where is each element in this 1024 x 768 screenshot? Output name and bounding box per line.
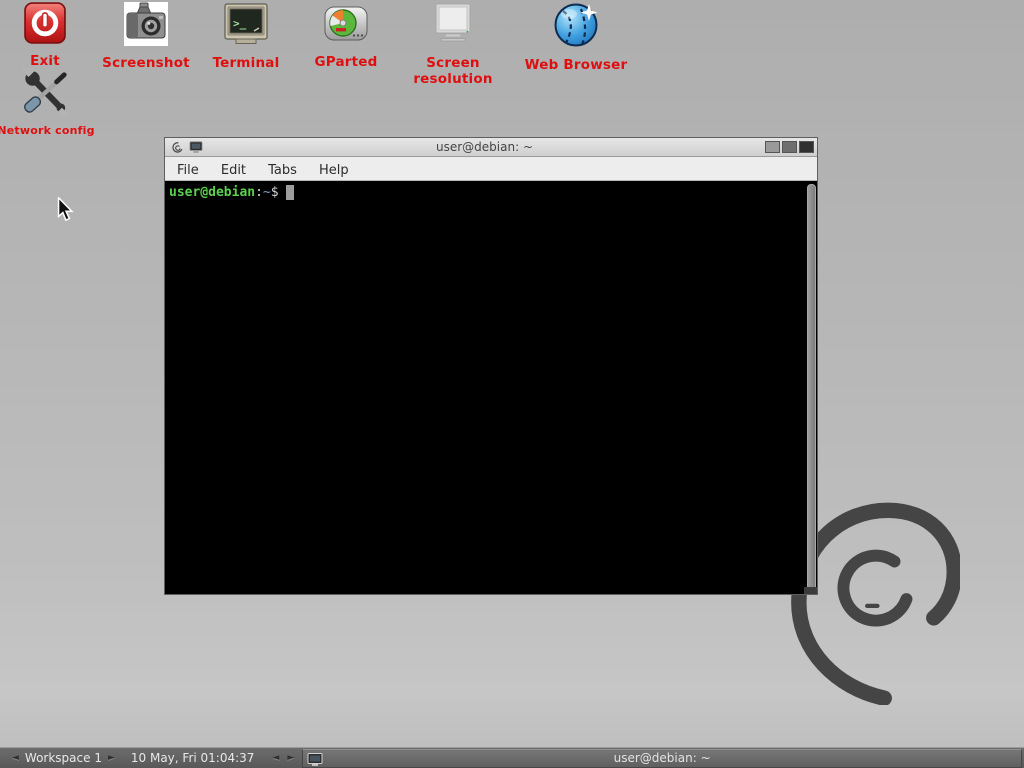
terminal-screen[interactable]: user@debian:~$ [166,181,816,593]
crt-terminal-icon: >_ [223,2,269,46]
taskbar-task-terminal[interactable]: user@debian: ~ [302,749,1022,768]
terminal-window: user@debian: ~ File Edit Tabs Help user@… [164,137,818,595]
workspace-prev-icon[interactable]: ◄ [8,753,23,763]
taskbar-clock: 10 May, Fri 01:04:37 [131,751,255,765]
window-titlebar[interactable]: user@debian: ~ [165,138,817,157]
shell-prompt: user@debian:~$ [169,185,279,200]
menu-tabs[interactable]: Tabs [268,159,297,182]
desktop-icon-label: Screen resolution [388,55,518,87]
desktop-icon-label: Network config [0,124,111,137]
close-button[interactable] [799,141,814,153]
globe-browser-icon [552,0,600,48]
monitor-icon [429,2,477,46]
window-title: user@debian: ~ [206,140,763,154]
window-resize-grip[interactable] [804,587,817,594]
debian-swirl-icon [171,141,183,154]
menu-file[interactable]: File [177,159,199,182]
desktop-icon-screen-resolution[interactable]: Screen resolution [388,2,518,87]
svg-text:>_: >_ [233,17,247,30]
minimize-button[interactable] [765,141,780,153]
prompt-path: ~ [263,185,271,200]
terminal-scrollbar[interactable] [807,184,816,591]
tasklist-next-icon[interactable]: ► [283,753,298,763]
prompt-user-host: user@debian [169,185,255,200]
terminal-app-icon [189,141,203,153]
terminal-menubar: File Edit Tabs Help [165,157,817,181]
tools-icon [22,68,70,116]
mouse-cursor [57,197,74,222]
prompt-symbol: $ [271,185,279,200]
prompt-separator: : [255,185,263,200]
taskbar: ◄ Workspace 1 ► 10 May, Fri 01:04:37 ◄ ►… [0,747,1024,768]
tasklist-prev-icon[interactable]: ◄ [268,753,283,763]
desktop-icon-web-browser[interactable]: Web Browser [511,0,641,73]
desktop-icon-label: Web Browser [511,57,641,73]
task-title: user@debian: ~ [614,751,711,765]
camera-icon [124,2,168,46]
workspace-label[interactable]: Workspace 1 [25,751,102,765]
disk-partition-icon [322,3,370,45]
menu-edit[interactable]: Edit [221,159,246,182]
desktop-icon-network-config[interactable]: Network config [0,68,111,137]
workspace-next-icon[interactable]: ► [104,753,119,763]
exit-power-icon [24,2,66,44]
task-terminal-icon [307,752,323,767]
menu-help[interactable]: Help [319,159,349,182]
terminal-cursor [286,185,294,200]
maximize-button[interactable] [782,141,797,153]
desktop: Exit Screenshot >_ [0,0,1024,768]
